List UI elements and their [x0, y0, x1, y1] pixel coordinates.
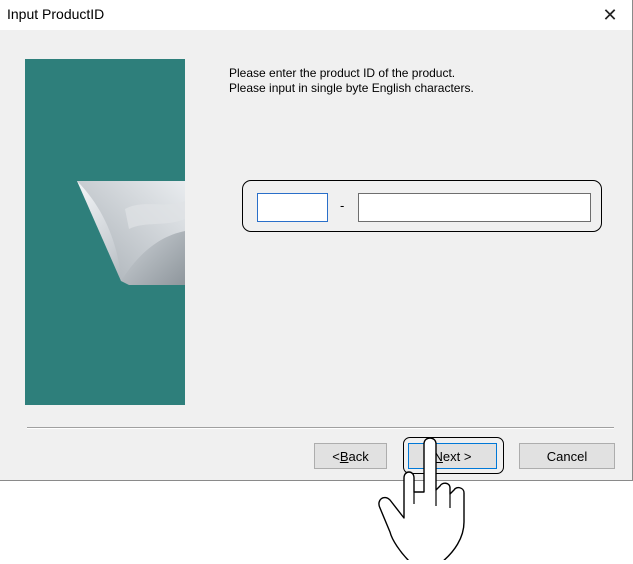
cancel-label: Cancel: [546, 448, 588, 464]
product-id-part1-input[interactable]: [257, 193, 328, 222]
product-id-part2-input[interactable]: [358, 193, 591, 222]
window-title: Input ProductID: [7, 6, 105, 22]
instructions-text: Please enter the product ID of the produ…: [229, 66, 474, 96]
wizard-banner: [25, 59, 185, 405]
back-prefix: <: [332, 448, 340, 464]
instruction-line-1: Please enter the product ID of the produ…: [229, 66, 456, 80]
curled-page-graphic: [77, 181, 185, 285]
button-separator: [27, 427, 614, 429]
title-bar: Input ProductID ✕: [0, 0, 632, 30]
product-id-dialog: Input ProductID ✕ Please enter the produ…: [0, 0, 633, 481]
back-rest: ack: [348, 448, 369, 464]
close-icon[interactable]: ✕: [590, 0, 630, 30]
cancel-button[interactable]: Cancel: [519, 443, 615, 469]
product-id-separator: -: [340, 198, 345, 213]
instruction-line-2: Please input in single byte English char…: [229, 81, 474, 95]
back-mnemonic: B: [339, 448, 349, 464]
pointing-hand-icon: [378, 437, 465, 560]
product-id-input-group: -: [242, 180, 602, 232]
